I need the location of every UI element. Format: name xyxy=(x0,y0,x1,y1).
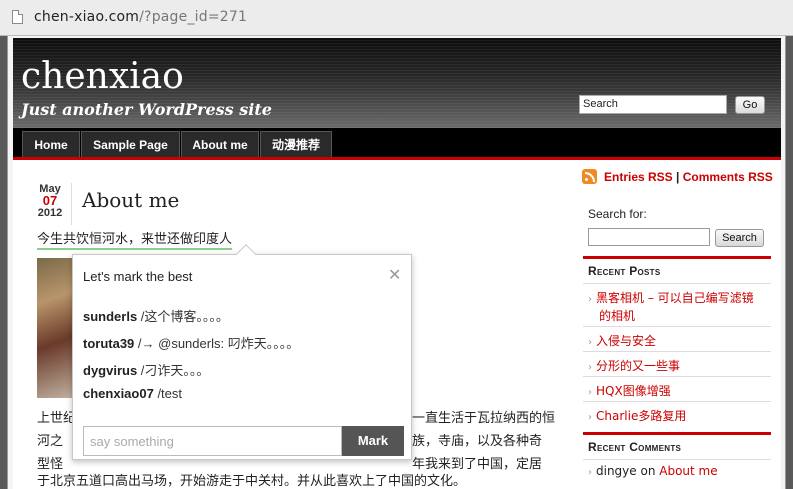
sidebar-search-input[interactable] xyxy=(588,228,710,246)
bullet-icon: › xyxy=(588,294,592,305)
recent-posts-bar xyxy=(583,256,771,259)
header-search-input[interactable]: Search xyxy=(579,95,727,114)
nav-about-me[interactable]: About me xyxy=(181,131,259,158)
popup-title: Let's mark the best xyxy=(83,269,193,284)
post-subtitle[interactable]: 今生共饮恒河水，来世还做印度人 xyxy=(37,228,233,250)
popup-comment: chenxiao07 /test xyxy=(83,386,182,401)
post-date: May 07 2012 xyxy=(30,183,70,219)
recent-posts-title: Recent Posts xyxy=(588,264,661,278)
widget-divider xyxy=(583,351,771,352)
window-edge-right xyxy=(786,36,793,489)
widget-divider xyxy=(583,376,771,377)
bullet-icon: › xyxy=(588,362,592,373)
recent-post-item[interactable]: › 黑客相机 – 可以自己编写滤镜 xyxy=(588,289,754,306)
site-description: Just another WordPress site xyxy=(21,100,272,119)
widget-divider xyxy=(583,401,771,402)
post-text-line-1b: 一直生活于瓦拉纳西的恒 xyxy=(412,411,556,426)
comments-rss-link[interactable]: Comments RSS xyxy=(683,170,773,184)
comment-text: /这个博客。。。。 xyxy=(137,309,229,324)
recent-post-item-cont[interactable]: 的相机 xyxy=(599,307,635,324)
close-icon[interactable]: ✕ xyxy=(388,267,401,283)
mark-popup: Let's mark the best ✕ sunderls /这个博客。。。。… xyxy=(72,244,412,460)
header-search-button[interactable]: Go xyxy=(735,96,765,114)
recent-comment-post-link[interactable]: About me xyxy=(659,464,717,478)
comment-text: /刁诈天。。。 xyxy=(137,363,210,378)
recent-comment-on: on xyxy=(636,464,660,478)
comment-user[interactable]: chenxiao07 xyxy=(83,386,154,401)
recent-post-label: 入侵与安全 xyxy=(596,334,657,348)
nav-sample-page[interactable]: Sample Page xyxy=(81,131,180,158)
sidebar-search-button[interactable]: Search xyxy=(715,229,764,247)
recent-post-label: 黑客相机 – 可以自己编写滤镜 xyxy=(596,291,754,305)
entries-rss-link[interactable]: Entries RSS xyxy=(604,170,673,184)
url-path: /?page_id=271 xyxy=(139,9,248,25)
bullet-icon: › xyxy=(588,412,592,423)
recent-post-item[interactable]: › HQX图像增强 xyxy=(588,382,671,399)
popup-comment: toruta39 /→ @sunderls: 叼炸天。。。。 xyxy=(83,333,299,352)
popup-comment: dygvirus /刁诈天。。。 xyxy=(83,360,209,379)
post-photo xyxy=(37,258,73,398)
bullet-icon: › xyxy=(588,467,592,478)
post-date-day: 07 xyxy=(42,193,58,208)
recent-post-item[interactable]: › Charlie多路复用 xyxy=(588,407,686,424)
recent-post-item[interactable]: › 分形的又一些事 xyxy=(588,357,680,374)
address-bar[interactable]: chen-xiao.com/?page_id=271 xyxy=(0,0,793,36)
rss-separator: | xyxy=(672,170,683,184)
main-nav: Home Sample Page About me 动漫推荐 xyxy=(13,128,781,158)
comment-text: /→ @sunderls: 叼炸天。。。。 xyxy=(134,336,300,351)
say-something-input[interactable]: say something xyxy=(83,426,342,456)
widget-divider xyxy=(583,283,771,284)
comment-user[interactable]: sunderls xyxy=(83,309,137,324)
bullet-icon: › xyxy=(588,387,592,398)
comment-user[interactable]: toruta39 xyxy=(83,336,134,351)
rss-links: Entries RSS | Comments RSS xyxy=(604,170,773,184)
recent-post-item[interactable]: › 入侵与安全 xyxy=(588,332,656,349)
widget-divider xyxy=(583,326,771,327)
recent-post-label: 的相机 xyxy=(599,309,636,323)
post-text-line-4: 于北京五道口高出马场，开始游走于中关村。并从此喜欢上了中国的文化。 xyxy=(37,474,467,489)
post-text-line-2a: 河之 xyxy=(37,434,64,449)
mark-button[interactable]: Mark xyxy=(342,426,404,456)
post-date-year: 2012 xyxy=(37,207,63,219)
page-icon xyxy=(12,10,23,24)
post-title[interactable]: About me xyxy=(82,188,179,212)
bullet-icon: › xyxy=(588,337,592,348)
nav-home[interactable]: Home xyxy=(22,131,80,158)
url-text[interactable]: chen-xiao.com/?page_id=271 xyxy=(34,9,247,25)
site-title[interactable]: chenxiao xyxy=(21,56,184,97)
rss-icon[interactable] xyxy=(582,169,597,184)
recent-comment-item: › dingye on About me xyxy=(588,464,718,478)
widget-divider xyxy=(583,459,771,460)
site-header: chenxiao Just another WordPress site Sea… xyxy=(13,38,781,128)
recent-post-label: HQX图像增强 xyxy=(596,384,671,398)
recent-comments-title: Recent Comments xyxy=(588,440,682,454)
comment-user[interactable]: dygvirus xyxy=(83,363,137,378)
recent-comment-author: dingye xyxy=(596,464,637,478)
recent-post-label: 分形的又一些事 xyxy=(596,359,681,373)
url-host: chen-xiao.com xyxy=(34,9,140,25)
post-text-line-2b: 族，寺庙，以及各种奇 xyxy=(412,434,543,449)
comment-text: /test xyxy=(153,386,183,401)
date-divider xyxy=(71,183,72,225)
recent-post-label: Charlie多路复用 xyxy=(596,409,687,423)
nav-anime[interactable]: 动漫推荐 xyxy=(260,131,332,158)
popup-comment: sunderls /这个博客。。。。 xyxy=(83,306,229,325)
window-edge-left xyxy=(0,36,7,489)
sidebar-search-label: Search for: xyxy=(588,207,647,221)
recent-comments-bar xyxy=(583,432,771,435)
post-text-line-1a: 上世纪 xyxy=(37,411,77,426)
